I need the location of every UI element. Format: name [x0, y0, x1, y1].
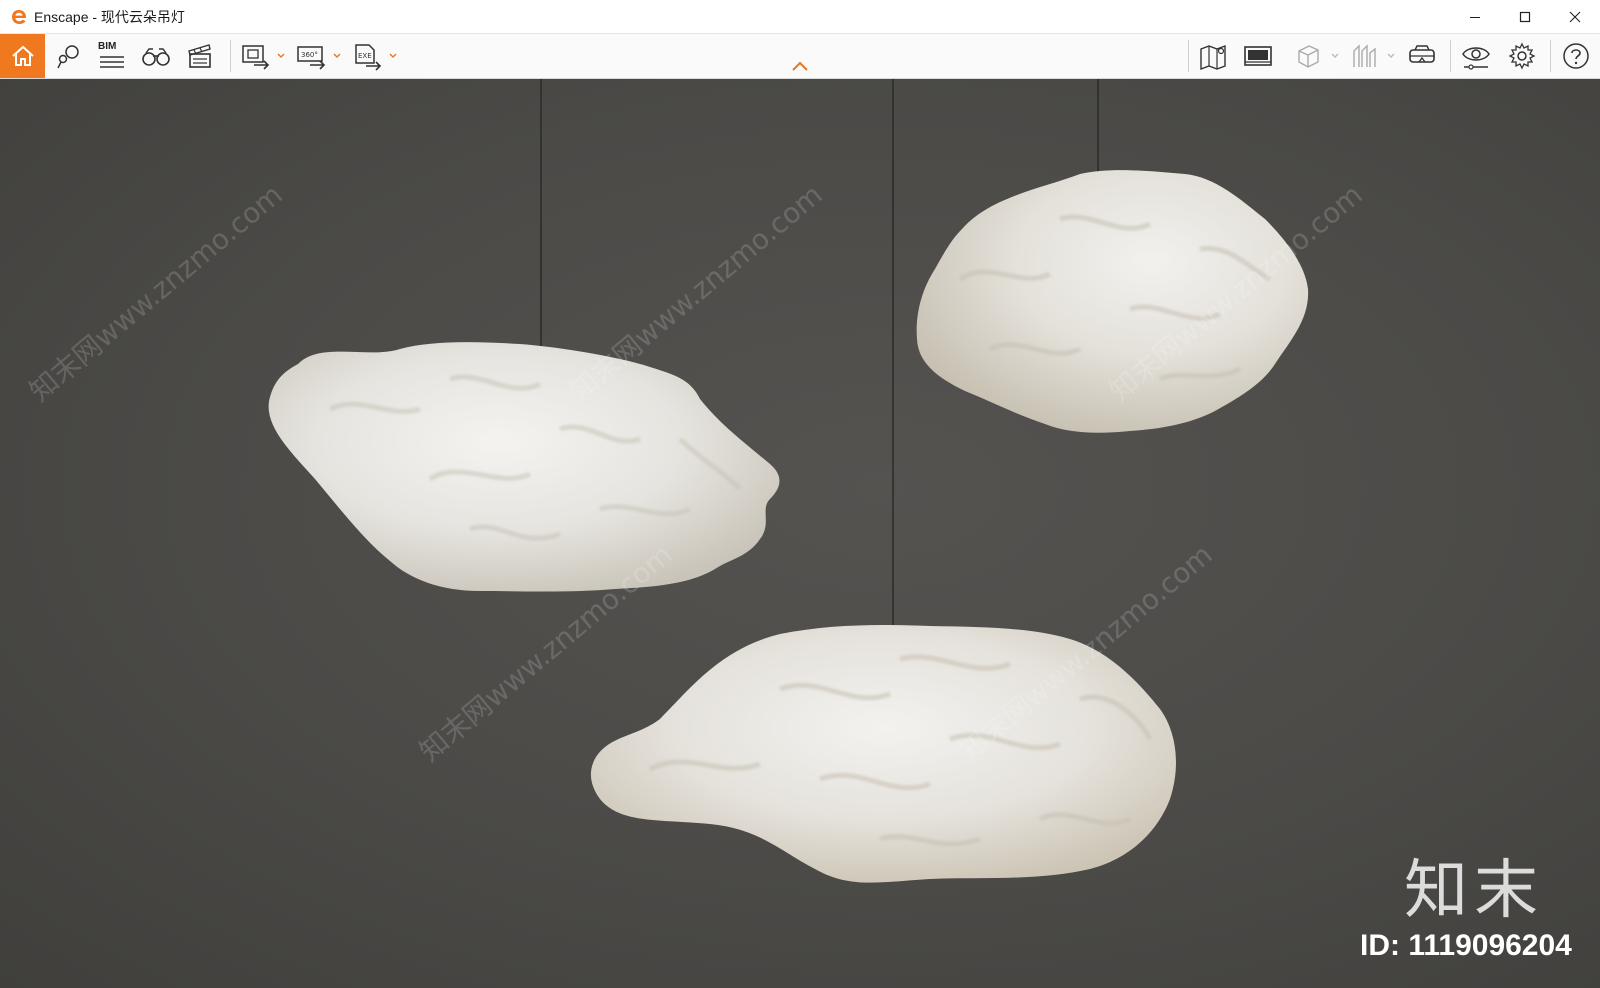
panorama-label: 360°	[301, 51, 318, 59]
toolbar-separator	[1550, 40, 1551, 72]
asset-library-icon	[1244, 46, 1272, 66]
minimize-button[interactable]	[1450, 0, 1500, 34]
close-icon	[1569, 11, 1581, 23]
cloud-lamp-left	[268, 342, 780, 592]
section-button[interactable]	[1346, 38, 1382, 74]
minimize-icon	[1470, 17, 1480, 18]
screenshot-export-button[interactable]	[238, 38, 274, 74]
cube-button[interactable]	[1290, 38, 1326, 74]
visual-settings-button[interactable]	[1458, 38, 1494, 74]
help-button[interactable]	[1558, 38, 1594, 74]
map-button[interactable]	[1196, 38, 1232, 74]
vr-headset-icon	[1409, 45, 1435, 63]
home-icon	[11, 45, 34, 66]
window-controls	[1450, 0, 1600, 34]
asset-id: ID: 1119096204	[1360, 929, 1572, 962]
asset-library-button[interactable]	[1240, 38, 1276, 74]
panorama-export-icon: 360°	[297, 46, 326, 70]
settings-icon	[1508, 42, 1536, 70]
collapse-toolbar-icon[interactable]	[791, 60, 809, 72]
screenshot-export-icon	[242, 45, 270, 70]
binoculars-icon	[142, 48, 170, 66]
cloud-lamp-right	[916, 170, 1309, 433]
window-title: Enscape - 现代云朵吊灯	[34, 8, 185, 25]
exe-export-button[interactable]: EXE	[350, 38, 386, 74]
video-editor-icon	[188, 44, 211, 68]
chevron-down-icon[interactable]	[1330, 50, 1340, 60]
chevron-down-icon[interactable]	[276, 50, 286, 60]
render-viewport[interactable]: 知末网www.znzmo.com 知末网www.znzmo.com 知末网www…	[0, 79, 1600, 988]
views-button[interactable]	[50, 38, 86, 74]
chevron-down-icon[interactable]	[1386, 50, 1396, 60]
visual-settings-icon	[1462, 47, 1490, 70]
cube-icon	[1298, 45, 1319, 68]
exe-export-icon: EXE	[355, 44, 382, 71]
cloud-lamp-bottom	[590, 624, 1176, 883]
cloud-pendant-scene	[268, 79, 1309, 883]
help-icon	[1563, 43, 1589, 69]
toolbar-separator	[230, 40, 231, 72]
exe-label: EXE	[358, 52, 372, 60]
panorama-export-button[interactable]: 360°	[294, 38, 330, 74]
views-icon	[57, 45, 79, 69]
binoculars-button[interactable]	[138, 38, 174, 74]
toolbar-separator	[1188, 40, 1189, 72]
chevron-down-icon[interactable]	[332, 50, 342, 60]
maximize-button[interactable]	[1500, 0, 1550, 34]
settings-button[interactable]	[1504, 38, 1540, 74]
vr-headset-button[interactable]	[1404, 38, 1440, 74]
map-icon	[1200, 44, 1226, 71]
close-button[interactable]	[1550, 0, 1600, 34]
video-editor-button[interactable]	[182, 38, 218, 74]
maximize-icon	[1519, 11, 1531, 23]
chevron-down-icon[interactable]	[388, 50, 398, 60]
bim-label: BIM	[98, 41, 117, 52]
enscape-logo-icon	[12, 9, 26, 24]
home-button[interactable]	[0, 34, 45, 78]
title-bar: Enscape - 现代云朵吊灯	[0, 0, 1600, 34]
section-icon	[1353, 44, 1376, 67]
toolbar-separator	[1450, 40, 1451, 72]
brand-mark: 知末	[1404, 854, 1544, 928]
main-toolbar: BIM 360° EXE	[0, 34, 1600, 79]
